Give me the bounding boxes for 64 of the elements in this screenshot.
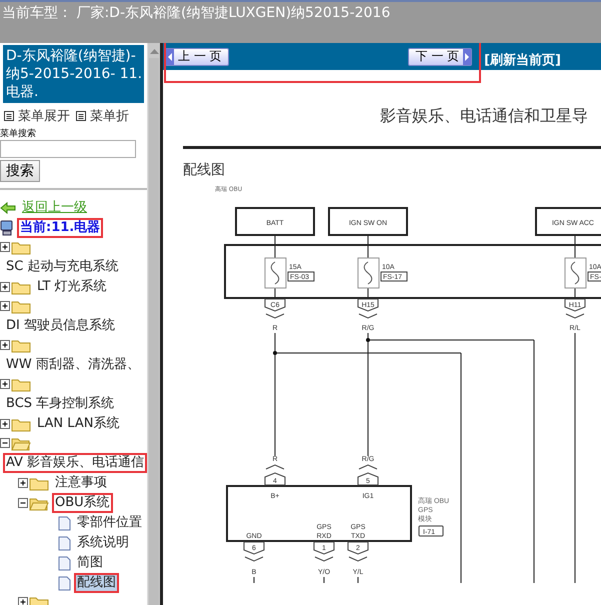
list-box-icon bbox=[76, 111, 86, 121]
wire bbox=[574, 234, 576, 298]
section-heading: 配线图 bbox=[183, 161, 226, 179]
expand-icon[interactable] bbox=[0, 242, 11, 253]
next-page-button[interactable]: 下 一 页 bbox=[408, 48, 472, 66]
tree-item[interactable]: OBU系统 bbox=[52, 493, 113, 513]
document-icon bbox=[58, 536, 71, 550]
junction-dot bbox=[366, 338, 370, 342]
previous-page-button[interactable]: 上 一 页 bbox=[165, 48, 229, 66]
folder-icon bbox=[11, 280, 31, 294]
expand-icon[interactable] bbox=[18, 596, 29, 605]
scrollbar[interactable] bbox=[147, 43, 160, 605]
search-label: 菜单搜索 bbox=[0, 128, 37, 140]
model-banner: D-东风裕隆(纳智捷)-纳5-2015-2016- 11.电器. bbox=[3, 45, 144, 103]
scroll-up-icon bbox=[150, 48, 159, 54]
folder-icon bbox=[29, 594, 49, 605]
folder-icon bbox=[11, 376, 31, 392]
tree-item[interactable]: LAN LAN系统 bbox=[34, 414, 122, 434]
tree-item[interactable]: LT 灯光系统 bbox=[34, 277, 110, 297]
tree-item[interactable]: AV 影音娱乐、电话通信 bbox=[3, 453, 148, 473]
tree-item[interactable]: SC 起动与充电系统 bbox=[3, 257, 122, 277]
current-section-label[interactable]: 当前:11.电器 bbox=[17, 218, 104, 238]
fuse-icon bbox=[264, 258, 286, 288]
fuse-icon bbox=[358, 258, 380, 288]
wire bbox=[274, 234, 276, 298]
tree-item[interactable]: 系统说明 bbox=[74, 533, 132, 553]
expand-icon[interactable] bbox=[0, 418, 11, 430]
fuse-icon bbox=[564, 258, 586, 288]
tree-item[interactable]: 配线图 bbox=[74, 573, 119, 593]
collapse-icon[interactable] bbox=[18, 498, 29, 508]
document-icon bbox=[58, 556, 71, 570]
document-title: 影音娱乐、电话通信和卫星导 bbox=[380, 106, 589, 127]
tree-item[interactable]: BCS 车身控制系统 bbox=[3, 394, 118, 414]
expand-icon[interactable] bbox=[0, 282, 11, 292]
tree-item[interactable]: 注意事项 bbox=[52, 473, 110, 493]
computer-icon bbox=[0, 220, 14, 236]
menu-link[interactable]: 菜单展开 bbox=[18, 107, 70, 125]
collapse-icon[interactable] bbox=[0, 438, 11, 449]
page-title: 当前车型： 厂家:D-东风裕隆(纳智捷LUXGEN)纳52015-2016 bbox=[1, 4, 390, 22]
tree-item[interactable]: 零部件位置 bbox=[74, 513, 145, 533]
document-icon bbox=[58, 576, 71, 590]
menu-link[interactable]: 菜单折 bbox=[90, 107, 129, 125]
back-arrow-icon bbox=[0, 202, 16, 214]
document-icon bbox=[58, 516, 71, 530]
tree-item[interactable]: DI 驾驶员信息系统 bbox=[3, 316, 118, 336]
folder-icon bbox=[11, 338, 31, 353]
tree-item[interactable]: WW 雨刮器、清洗器、 bbox=[3, 355, 143, 375]
folder-icon bbox=[11, 240, 31, 255]
expand-icon[interactable] bbox=[18, 478, 29, 488]
search-button[interactable]: 搜索 bbox=[0, 160, 40, 182]
refresh-link[interactable]: [刷新当前页] bbox=[484, 50, 561, 68]
junction-dot bbox=[273, 351, 277, 355]
folder-icon bbox=[11, 416, 31, 432]
search-field[interactable] bbox=[0, 140, 136, 158]
list-box-icon bbox=[4, 111, 14, 121]
expand-icon[interactable] bbox=[0, 340, 11, 351]
tree-item[interactable]: 简图 bbox=[74, 553, 106, 573]
folder-icon bbox=[29, 476, 49, 490]
back-link[interactable]: 返回上一级 bbox=[19, 198, 90, 218]
expand-icon[interactable] bbox=[0, 300, 11, 312]
open-folder-icon bbox=[29, 496, 49, 510]
folder-icon bbox=[11, 298, 31, 314]
open-folder-icon bbox=[11, 436, 31, 451]
expand-icon[interactable] bbox=[0, 378, 11, 390]
